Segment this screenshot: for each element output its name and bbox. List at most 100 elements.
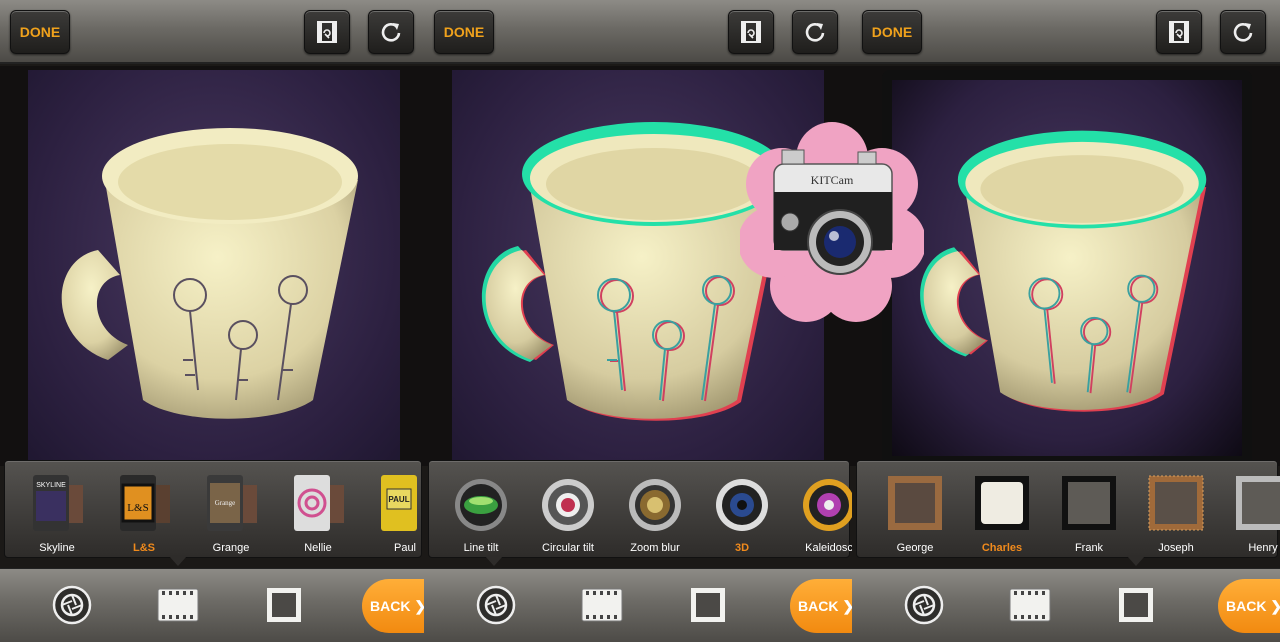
aperture-icon [904,585,944,625]
tab-effects[interactable] [50,583,94,627]
frame-thumb-icon [1236,476,1280,530]
tab-frames[interactable] [686,583,730,627]
frame-item-label: Joseph [1158,542,1194,554]
film-frame-toggle-button[interactable] [1156,10,1202,54]
film-item-label: Paul [393,542,417,554]
film-item-grange[interactable]: Grange Grange [189,467,273,555]
reset-button[interactable] [792,10,838,54]
film-strip-icon [157,588,199,622]
film-canister-icon: PAUL [381,475,417,531]
effect-item-3d[interactable]: 3D [700,467,784,555]
film-item-label: L&S [133,542,155,554]
tab-film[interactable] [156,583,200,627]
effect-item-kaleidoscope[interactable]: Kaleidosc [787,467,852,555]
thumb-text: Grange [215,499,236,507]
logo-text: KITCam [811,173,854,187]
frame-icon [1119,588,1153,622]
frame-item-george[interactable]: George [873,467,957,555]
frame-thumb-icon [975,476,1029,530]
top-toolbar: DONE [852,0,1280,64]
film-item-ls[interactable]: L&S L&S [102,467,186,555]
done-button[interactable]: DONE [862,10,922,54]
tab-effects[interactable] [902,583,946,627]
photo-cup-original [28,70,400,466]
film-item-label: Nellie [304,542,332,554]
tab-frames[interactable] [1114,583,1158,627]
frame-strip: George Charles Frank Joseph Henry [856,460,1280,558]
film-strip-icon [581,588,623,622]
tab-film[interactable] [580,583,624,627]
frame-thumb-icon [888,476,942,530]
frame-item-charles[interactable]: Charles [960,467,1044,555]
frame-item-label: Henry [1248,542,1278,554]
film-item-skyline[interactable]: SKYLINE Skyline [15,467,99,555]
frame-thumb-icon [1062,476,1116,530]
top-toolbar: DONE [0,0,424,64]
effect-item-label: Circular tilt [542,542,594,554]
cup-image [920,130,1207,412]
refresh-icon [805,23,825,42]
effect-item-zoom-blur[interactable]: Zoom blur [613,467,697,555]
tab-frames[interactable] [262,583,306,627]
tab-film[interactable] [1008,583,1052,627]
film-frame-toggle-button[interactable] [304,10,350,54]
lens-icon [542,479,594,531]
lens-icon [803,479,852,531]
strip-pointer [169,556,187,566]
reset-button[interactable] [368,10,414,54]
lens-icon [629,479,681,531]
aperture-icon [52,585,92,625]
photo-cup-framed [882,70,1252,466]
photo-area [0,66,424,466]
film-strip-icon [1009,588,1051,622]
effect-item-circular-tilt[interactable]: Circular tilt [526,467,610,555]
back-button[interactable]: BACK ❯ [790,579,852,633]
film-canister-icon: Grange [207,475,257,531]
panel-film: DONE SKYLINE Skyline L&S L&S Grange Gran… [0,0,424,642]
frame-thumb-icon [1148,475,1204,531]
kitcam-logo: KITCam [740,122,924,322]
effect-item-label: Line tilt [463,542,499,554]
cup-image [61,128,358,419]
done-button[interactable]: DONE [10,10,70,54]
back-button[interactable]: BACK ❯ [1218,579,1280,633]
aperture-icon [476,585,516,625]
thumb-text: SKYLINE [36,482,66,489]
strip-pointer [485,556,503,566]
frame-item-joseph[interactable]: Joseph [1134,467,1218,555]
film-canister-icon [294,475,344,531]
film-flip-icon [1169,21,1189,43]
frame-item-label: Frank [1074,542,1104,554]
refresh-icon [381,23,401,42]
effect-item-label: Zoom blur [630,542,680,554]
bottom-toolbar: BACK ❯ [852,568,1280,642]
film-item-paul[interactable]: PAUL Paul [363,467,424,555]
strip-pointer [1127,556,1145,566]
frame-icon [691,588,725,622]
back-button[interactable]: BACK ❯ [362,579,424,633]
bottom-toolbar: BACK ❯ [424,568,852,642]
tab-effects[interactable] [474,583,518,627]
film-item-nellie[interactable]: Nellie [276,467,360,555]
lens-icon [716,479,768,531]
film-flip-icon [317,21,337,43]
thumb-text: PAUL [388,495,409,504]
effect-item-line-tilt[interactable]: Line tilt [439,467,523,555]
film-item-label: Skyline [39,542,75,554]
frame-item-label: George [896,542,934,554]
effect-strip: Line tilt Circular tilt Zoom blur 3D Kal… [428,460,852,558]
film-canister-icon: L&S [120,475,170,531]
frame-item-frank[interactable]: Frank [1047,467,1131,555]
film-frame-toggle-button[interactable] [728,10,774,54]
effect-item-label: Kaleidosc [805,542,852,554]
frame-item-henry[interactable]: Henry [1221,467,1280,555]
frame-item-label: Charles [981,542,1023,554]
refresh-icon [1233,23,1253,42]
lens-icon [455,479,507,531]
filter-strip: SKYLINE Skyline L&S L&S Grange Grange Ne… [4,460,422,558]
done-button[interactable]: DONE [434,10,494,54]
effect-item-label: 3D [734,542,750,554]
film-flip-icon [741,21,761,43]
bottom-toolbar: BACK ❯ [0,568,424,642]
reset-button[interactable] [1220,10,1266,54]
